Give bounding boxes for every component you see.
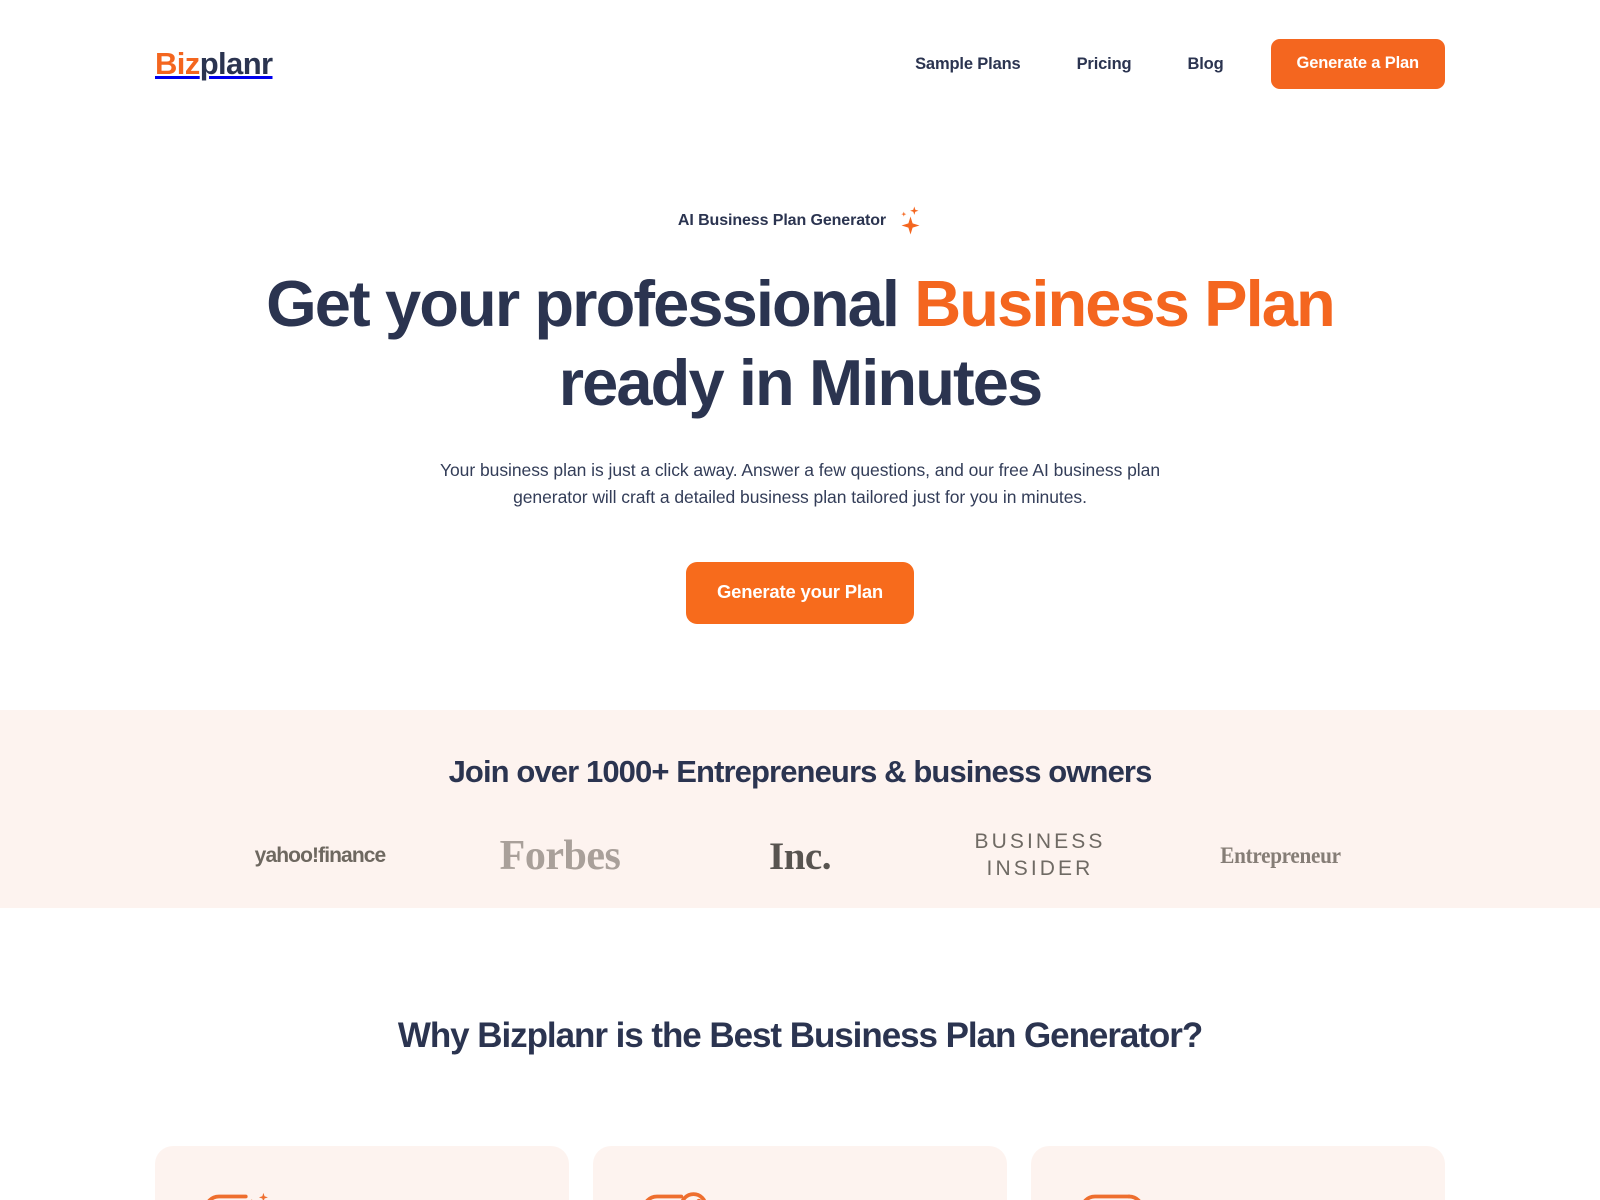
feature-card[interactable] — [155, 1146, 569, 1200]
business-insider-line2: INSIDER — [986, 857, 1094, 881]
hero-eyebrow: AI Business Plan Generator — [678, 204, 922, 243]
social-proof-section: Join over 1000+ Entrepreneurs & business… — [0, 710, 1600, 909]
hero-title: Get your professional Business Plan read… — [0, 271, 1600, 415]
nav-item-blog[interactable]: Blog — [1159, 55, 1251, 74]
brand-logo-planr: planr — [199, 46, 273, 81]
brand-logo-biz: Biz — [155, 46, 200, 81]
features-section: Why Bizplanr is the Best Business Plan G… — [0, 908, 1600, 1200]
sparkle-icon — [888, 204, 922, 243]
business-insider-logo: BUSINESS INSIDER — [920, 829, 1160, 883]
hero-title-highlight: Business Plan — [914, 267, 1336, 340]
hero-subtitle: Your business plan is just a click away.… — [439, 460, 1160, 507]
press-logo-row: yahoo!finance Forbes Inc. BUSINESS INSID… — [0, 829, 1600, 883]
site-header: Bizplanr Sample Plans Pricing Blog Gener… — [0, 0, 1600, 128]
hero-title-line2: ready in Minutes — [558, 346, 1043, 419]
nav-item-pricing[interactable]: Pricing — [1049, 55, 1160, 74]
yahoo-finance-logo: yahoo!finance — [254, 844, 387, 868]
feature-card[interactable] — [593, 1146, 1007, 1200]
entrepreneur-logo: Entrepreneur — [1160, 843, 1400, 869]
hero-title-plain: Get your professional — [266, 267, 915, 340]
hero-section: AI Business Plan Generator Get your prof… — [0, 128, 1600, 625]
social-proof-title: Join over 1000+ Entrepreneurs & business… — [448, 754, 1153, 790]
brand-logo[interactable]: Bizplanr — [155, 46, 273, 82]
business-insider-line1: BUSINESS — [974, 830, 1106, 854]
nav-item-sample-plans[interactable]: Sample Plans — [887, 55, 1049, 74]
generate-your-plan-button[interactable]: Generate your Plan — [685, 562, 915, 625]
inc-logo: Inc. — [769, 834, 831, 878]
entrepreneur-logo-text: Entrepreneur — [1219, 843, 1341, 869]
hero-eyebrow-label: AI Business Plan Generator — [677, 212, 887, 229]
features-title: Why Bizplanr is the Best Business Plan G… — [397, 1016, 1203, 1056]
forbes-logo: Forbes — [499, 833, 621, 880]
main-nav: Sample Plans Pricing Blog Generate a Pla… — [887, 39, 1445, 89]
feature-card-row — [0, 1146, 1600, 1200]
generate-a-plan-button[interactable]: Generate a Plan — [1270, 39, 1445, 89]
feature-card[interactable] — [1031, 1146, 1445, 1200]
